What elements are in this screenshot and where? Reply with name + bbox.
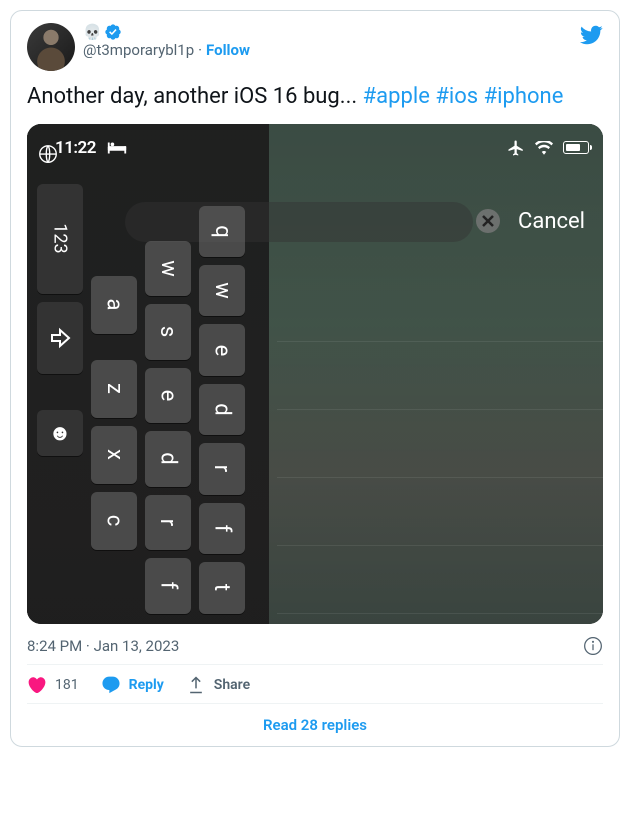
key-123: 123 — [37, 184, 83, 294]
read-replies-link[interactable]: Read 28 replies — [27, 703, 603, 742]
tweet-text: Another day, another iOS 16 bug... #appl… — [27, 83, 603, 112]
key-letter: q — [199, 206, 245, 257]
tweet-text-body: Another day, another iOS 16 bug... — [27, 84, 363, 109]
like-count: 181 — [55, 677, 79, 693]
airplane-icon — [507, 139, 525, 157]
key-letter: s — [145, 304, 191, 360]
key-letter: a — [91, 276, 137, 334]
info-icon[interactable] — [583, 636, 603, 656]
display-name[interactable]: 💀 — [83, 23, 102, 41]
key-letter: c — [91, 492, 137, 550]
key-letter: x — [91, 426, 137, 484]
key-letter: r — [145, 495, 191, 551]
key-letter: r — [199, 443, 245, 494]
reply-button[interactable]: Reply — [101, 675, 164, 695]
reply-label: Reply — [129, 677, 164, 693]
key-letter: z — [91, 360, 137, 418]
key-letter: f — [199, 503, 245, 554]
follow-link[interactable]: Follow — [206, 41, 250, 59]
ios-status-bar: 11:22 — [27, 124, 603, 172]
key-shift — [37, 302, 83, 374]
clear-search-button — [476, 209, 500, 233]
verified-badge-icon — [104, 23, 122, 41]
hashtag-link[interactable]: #apple — [363, 84, 430, 109]
twitter-logo-icon[interactable] — [579, 23, 603, 51]
bed-icon — [106, 140, 128, 156]
key-letter: d — [145, 431, 191, 487]
action-bar: 181 Reply Share — [27, 664, 603, 703]
search-row: Cancel — [476, 209, 585, 234]
tweet-media[interactable]: 11:22 Cancel — [27, 124, 603, 624]
tweet-date: Jan 13, 2023 — [94, 637, 180, 655]
wifi-icon — [535, 141, 553, 155]
rotated-keyboard: 123 ☻ a z x c w s e d r — [27, 166, 277, 624]
avatar[interactable] — [27, 23, 75, 71]
hashtag-link[interactable]: #iphone — [484, 84, 564, 109]
tweet-time: 8:24 PM — [27, 637, 82, 655]
separator-dot: · — [198, 41, 202, 59]
battery-icon — [563, 141, 589, 154]
hashtag-link[interactable]: #ios — [435, 84, 478, 109]
share-label: Share — [214, 677, 250, 693]
tweet-card: 💀 @t3mporarybl1p · Follow Another day, a… — [10, 10, 620, 747]
key-letter: f — [145, 558, 191, 614]
key-letter: w — [199, 265, 245, 316]
key-letter: e — [199, 324, 245, 375]
key-emoji: ☻ — [37, 410, 83, 456]
key-letter: e — [145, 368, 191, 424]
status-time: 11:22 — [55, 138, 96, 158]
blurred-results — [277, 274, 603, 624]
screenshot-image: 11:22 Cancel — [27, 124, 603, 624]
user-info: 💀 @t3mporarybl1p · Follow — [83, 23, 571, 59]
key-letter: w — [145, 241, 191, 297]
handle[interactable]: @t3mporarybl1p — [83, 41, 194, 59]
share-button[interactable]: Share — [186, 675, 250, 695]
key-letter: d — [199, 384, 245, 435]
timestamp[interactable]: 8:24 PM · Jan 13, 2023 — [27, 636, 603, 656]
like-button[interactable]: 181 — [27, 675, 79, 695]
cancel-button: Cancel — [518, 209, 585, 234]
key-letter: t — [199, 562, 245, 613]
tweet-header: 💀 @t3mporarybl1p · Follow — [27, 23, 603, 71]
separator-dot: · — [82, 637, 93, 655]
